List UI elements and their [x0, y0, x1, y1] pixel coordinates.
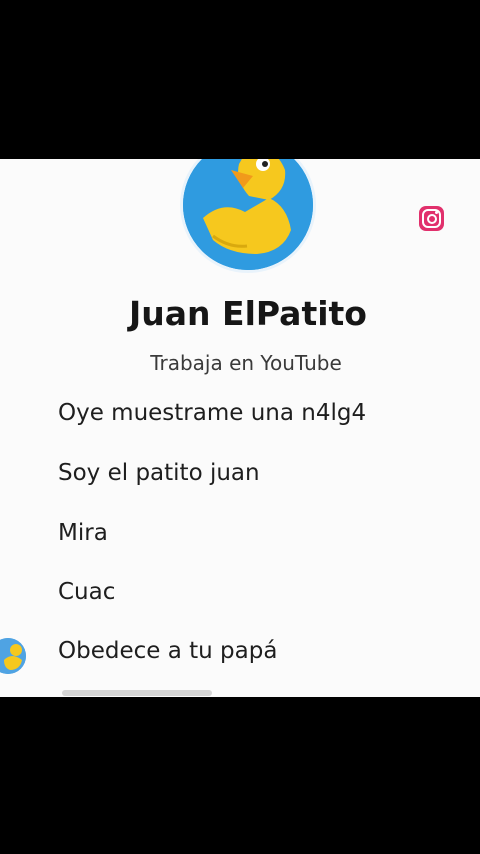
instagram-icon — [419, 206, 444, 231]
chat-message: Soy el patito juan — [58, 460, 260, 486]
sender-avatar[interactable] — [0, 638, 26, 674]
chat-panel: Juan ElPatito Trabaja en YouTube Oye mue… — [0, 159, 480, 697]
duck-avatar-icon — [0, 638, 26, 674]
chat-message: Oye muestrame una n4lg4 — [58, 400, 367, 426]
cut-off-message — [62, 690, 212, 696]
profile-subtitle: Trabaja en YouTube — [150, 351, 342, 375]
chat-message: Cuac — [58, 579, 116, 605]
profile-name: Juan ElPatito — [129, 294, 367, 333]
chat-message: Mira — [58, 520, 108, 546]
profile-avatar[interactable] — [180, 159, 316, 273]
video-frame: Juan ElPatito Trabaja en YouTube Oye mue… — [0, 0, 480, 854]
chat-message: Obedece a tu papá — [58, 638, 278, 664]
duck-avatar-icon — [183, 159, 313, 270]
